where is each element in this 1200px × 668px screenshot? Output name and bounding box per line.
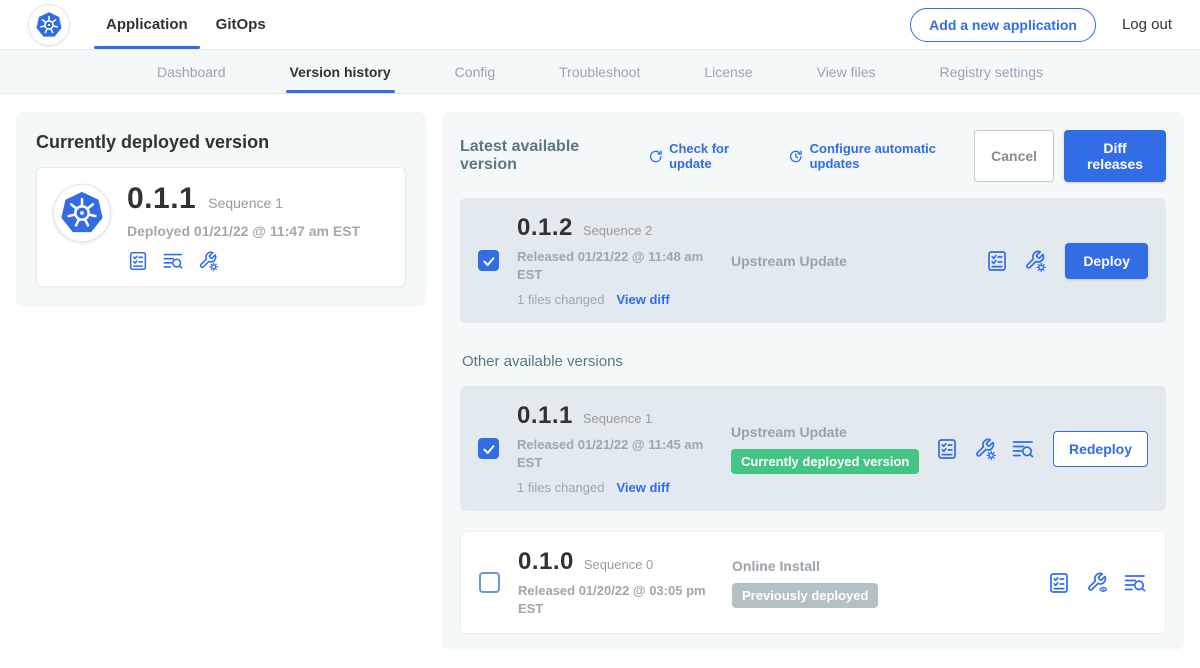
app-subnav: Dashboard Version history Config Trouble… [0, 50, 1200, 94]
version-info: 0.1.1 Sequence 1 Released 01/21/22 @ 11:… [517, 402, 725, 495]
checkmark-icon [481, 253, 496, 268]
tab-gitops-label: GitOps [216, 16, 266, 33]
subnav-license[interactable]: License [704, 50, 752, 93]
checkmark-icon [481, 441, 496, 456]
logs-magnifier-icon[interactable] [1123, 571, 1147, 595]
subnav-registry-settings[interactable]: Registry settings [940, 50, 1043, 93]
top-tabs: Application GitOps [92, 0, 280, 49]
deployed-version-number: 0.1.1 [127, 182, 196, 216]
deployed-timestamp: Deployed 01/21/22 @ 11:47 am EST [127, 223, 360, 239]
redeploy-button[interactable]: Redeploy [1053, 431, 1148, 467]
version-checkbox[interactable] [478, 250, 499, 271]
tab-gitops[interactable]: GitOps [202, 0, 280, 49]
wrench-gear-icon[interactable] [197, 250, 219, 272]
check-for-update-link[interactable]: Check for update [648, 141, 766, 171]
version-row-0-1-2: 0.1.2 Sequence 2 Released 01/21/22 @ 11:… [460, 198, 1166, 323]
view-diff-link[interactable]: View diff [616, 480, 669, 495]
sequence-label: Sequence 2 [583, 223, 652, 238]
subnav-config-label: Config [455, 64, 495, 80]
other-available-versions-title: Other available versions [462, 353, 1166, 370]
sequence-label: Sequence 1 [583, 411, 652, 426]
checklist-icon[interactable] [127, 250, 149, 272]
version-history-panel: Latest available version Check for updat… [442, 112, 1184, 650]
deployed-version-actions [127, 250, 360, 272]
wrench-gear-icon[interactable] [973, 437, 997, 461]
files-changed-label: 1 files changed [517, 480, 604, 495]
checklist-icon[interactable] [1047, 571, 1071, 595]
deployed-sequence-label: Sequence 1 [208, 195, 283, 211]
subnav-dashboard-label: Dashboard [157, 64, 226, 80]
deployed-version-info: 0.1.1 Sequence 1 Deployed 01/21/22 @ 11:… [127, 182, 360, 272]
currently-deployed-title: Currently deployed version [36, 132, 406, 153]
files-changed-label: 1 files changed [517, 292, 604, 307]
version-checkbox[interactable] [479, 572, 500, 593]
top-right-actions: Add a new application Log out [910, 0, 1172, 49]
configure-automatic-updates-label: Configure automatic updates [810, 141, 975, 171]
version-number: 0.1.2 [517, 214, 573, 242]
subnav-license-label: License [704, 64, 752, 80]
version-info: 0.1.2 Sequence 2 Released 01/21/22 @ 11:… [517, 214, 725, 307]
subnav-view-files-label: View files [817, 64, 876, 80]
deployed-version-card: 0.1.1 Sequence 1 Deployed 01/21/22 @ 11:… [36, 167, 406, 287]
version-actions: Redeploy [935, 431, 1148, 467]
subnav-view-files[interactable]: View files [817, 50, 876, 93]
previously-deployed-badge: Previously deployed [732, 583, 878, 608]
source-label: Online Install [732, 558, 1047, 574]
main-content: Currently deployed version 0.1.1 Sequenc… [0, 94, 1200, 668]
version-checkbox[interactable] [478, 438, 499, 459]
currently-deployed-card: Currently deployed version 0.1.1 Sequenc… [16, 112, 426, 307]
checklist-icon[interactable] [985, 249, 1009, 273]
released-timestamp: Released 01/21/22 @ 11:48 am EST [517, 248, 707, 283]
sequence-label: Sequence 0 [584, 557, 653, 572]
tab-application-label: Application [106, 16, 188, 33]
logout-link[interactable]: Log out [1122, 16, 1172, 33]
wrench-gear-icon[interactable] [1023, 249, 1047, 273]
source-label: Upstream Update [731, 253, 985, 269]
clock-refresh-icon [788, 148, 804, 165]
version-source: Upstream Update [725, 253, 985, 269]
version-source: Upstream Update Currently deployed versi… [725, 424, 935, 474]
version-actions [1047, 571, 1147, 595]
subnav-version-history[interactable]: Version history [290, 50, 391, 93]
version-info: 0.1.0 Sequence 0 Released 01/20/22 @ 03:… [518, 548, 726, 617]
top-nav-bar: Application GitOps Add a new application… [0, 0, 1200, 50]
subnav-version-history-label: Version history [290, 64, 391, 80]
version-row-0-1-1: 0.1.1 Sequence 1 Released 01/21/22 @ 11:… [460, 386, 1166, 511]
source-label: Upstream Update [731, 424, 935, 440]
kubernetes-logo [28, 4, 70, 46]
released-timestamp: Released 01/21/22 @ 11:45 am EST [517, 436, 707, 471]
subnav-registry-settings-label: Registry settings [940, 64, 1043, 80]
deploy-button[interactable]: Deploy [1065, 243, 1148, 279]
logs-magnifier-icon[interactable] [1011, 437, 1035, 461]
app-kubernetes-icon [53, 184, 111, 242]
subnav-dashboard[interactable]: Dashboard [157, 50, 226, 93]
diff-releases-button[interactable]: Diff releases [1064, 130, 1166, 182]
diff-controls: Cancel Diff releases [974, 130, 1166, 182]
version-number: 0.1.0 [518, 548, 574, 576]
version-source: Online Install Previously deployed [726, 558, 1047, 608]
logs-magnifier-icon[interactable] [162, 250, 184, 272]
version-row-0-1-0: 0.1.0 Sequence 0 Released 01/20/22 @ 03:… [460, 531, 1166, 634]
check-for-update-label: Check for update [669, 141, 766, 171]
subnav-troubleshoot[interactable]: Troubleshoot [559, 50, 640, 93]
view-diff-link[interactable]: View diff [616, 292, 669, 307]
subnav-troubleshoot-label: Troubleshoot [559, 64, 640, 80]
version-number: 0.1.1 [517, 402, 573, 430]
tab-application[interactable]: Application [92, 0, 202, 49]
add-new-application-button[interactable]: Add a new application [910, 8, 1096, 42]
refresh-icon [648, 148, 664, 165]
cancel-button[interactable]: Cancel [974, 130, 1054, 182]
latest-available-title: Latest available version [460, 138, 626, 174]
version-actions: Deploy [985, 243, 1148, 279]
released-timestamp: Released 01/20/22 @ 03:05 pm EST [518, 582, 708, 617]
checklist-icon[interactable] [935, 437, 959, 461]
subnav-config[interactable]: Config [455, 50, 495, 93]
wrench-eye-icon[interactable] [1085, 571, 1109, 595]
configure-automatic-updates-link[interactable]: Configure automatic updates [788, 141, 974, 171]
latest-version-header: Latest available version Check for updat… [460, 130, 1166, 182]
currently-deployed-badge: Currently deployed version [731, 449, 919, 474]
